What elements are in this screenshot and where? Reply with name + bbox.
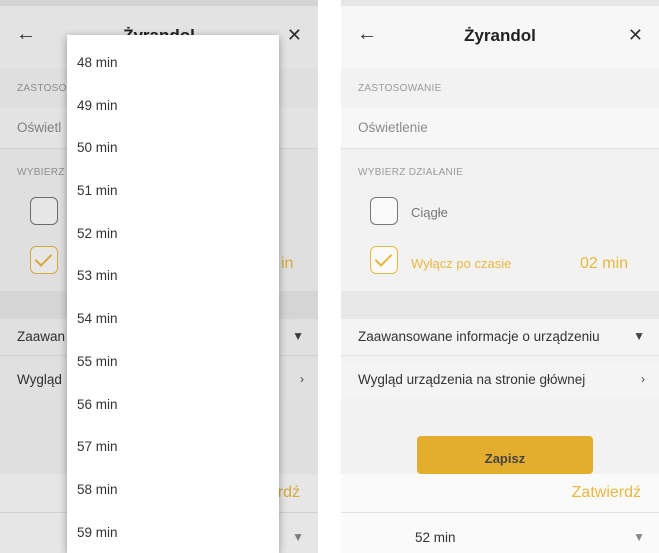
spacer-band	[341, 291, 659, 319]
chevron-right-icon: ›	[641, 372, 645, 386]
dropdown-option[interactable]: 53 min	[67, 244, 279, 287]
dropdown-option[interactable]: 57 min	[67, 415, 279, 458]
checkbox-continuous[interactable]	[370, 197, 398, 225]
usage-value: Oświetlenie	[341, 108, 659, 148]
menu-row-label: Zaawansowane informacje o urządzeniu	[358, 329, 600, 344]
menu-row-label: Wygląd urządzenia na stronie głównej	[358, 372, 586, 387]
section-usage-label: ZASTOSOWANIE	[358, 83, 442, 94]
checkbox-continuous[interactable]	[30, 197, 58, 225]
left-screen: ← Żyrandol ✕ ZASTOSO Oświetl WYBIERZ in …	[0, 0, 318, 553]
save-button[interactable]: Zapisz	[417, 436, 593, 474]
confirm-button[interactable]: Zatwierdź	[572, 484, 641, 502]
picker-selected-value[interactable]: 52 min	[415, 530, 456, 545]
close-icon[interactable]: ✕	[287, 26, 302, 44]
dropdown-option[interactable]: 54 min	[67, 287, 279, 330]
selected-minutes-value[interactable]: 02 min	[580, 255, 628, 273]
chevron-right-icon: ›	[300, 372, 304, 386]
selected-minutes-value[interactable]: in	[281, 255, 293, 273]
caret-down-icon: ▼	[633, 329, 645, 343]
menu-row-label: Zaawan	[17, 329, 66, 344]
caret-down-icon[interactable]: ▼	[292, 530, 304, 544]
caret-down-icon: ▼	[292, 329, 304, 343]
section-action-label: WYBIERZ DZIAŁANIE	[358, 167, 464, 178]
caret-down-icon[interactable]: ▼	[633, 530, 645, 544]
dropdown-option[interactable]: 51 min	[67, 159, 279, 202]
minutes-dropdown[interactable]: 48 min 49 min 50 min 51 min 52 min 53 min 54 m…	[67, 35, 279, 553]
dropdown-option[interactable]: 59 min	[67, 501, 279, 544]
dropdown-option[interactable]: 49 min	[67, 74, 279, 117]
dropdown-option[interactable]: 55 min	[67, 330, 279, 373]
dropdown-option[interactable]: 56 min	[67, 373, 279, 416]
close-icon[interactable]: ✕	[628, 26, 643, 44]
divider	[341, 512, 659, 513]
app-header: ← Żyrandol ✕	[341, 0, 659, 68]
dropdown-option[interactable]: 52 min	[67, 202, 279, 245]
option-turn-off-after-time-label[interactable]: Wyłącz po czasie	[411, 256, 511, 271]
confirm-button[interactable]: rdź	[278, 484, 300, 502]
menu-row-appearance[interactable]: Wygląd urządzenia na stronie głównej ›	[341, 362, 659, 398]
page-title: Żyrandol	[464, 26, 536, 45]
dropdown-option[interactable]: 50 min	[67, 116, 279, 159]
menu-row-label: Wygląd	[17, 372, 62, 387]
option-continuous-label[interactable]: Ciągłe	[411, 205, 448, 220]
divider	[341, 148, 659, 149]
divider	[341, 355, 659, 356]
bottom-picker-panel: Zatwierdź 52 min ▼	[341, 474, 659, 553]
dropdown-option[interactable]: 58 min	[67, 458, 279, 501]
checkbox-turn-off-after-time[interactable]	[370, 246, 398, 274]
dropdown-option[interactable]: 48 min	[67, 35, 279, 74]
dropdown-options-list: 48 min 49 min 50 min 51 min 52 min 53 min 54 m…	[67, 35, 279, 543]
checkbox-turn-off-after-time[interactable]	[30, 246, 58, 274]
menu-row-advanced-info[interactable]: Zaawansowane informacje o urządzeniu ▼	[341, 319, 659, 355]
right-screen: ← Żyrandol ✕ ZASTOSOWANIE Oświetlenie WY…	[341, 0, 659, 553]
